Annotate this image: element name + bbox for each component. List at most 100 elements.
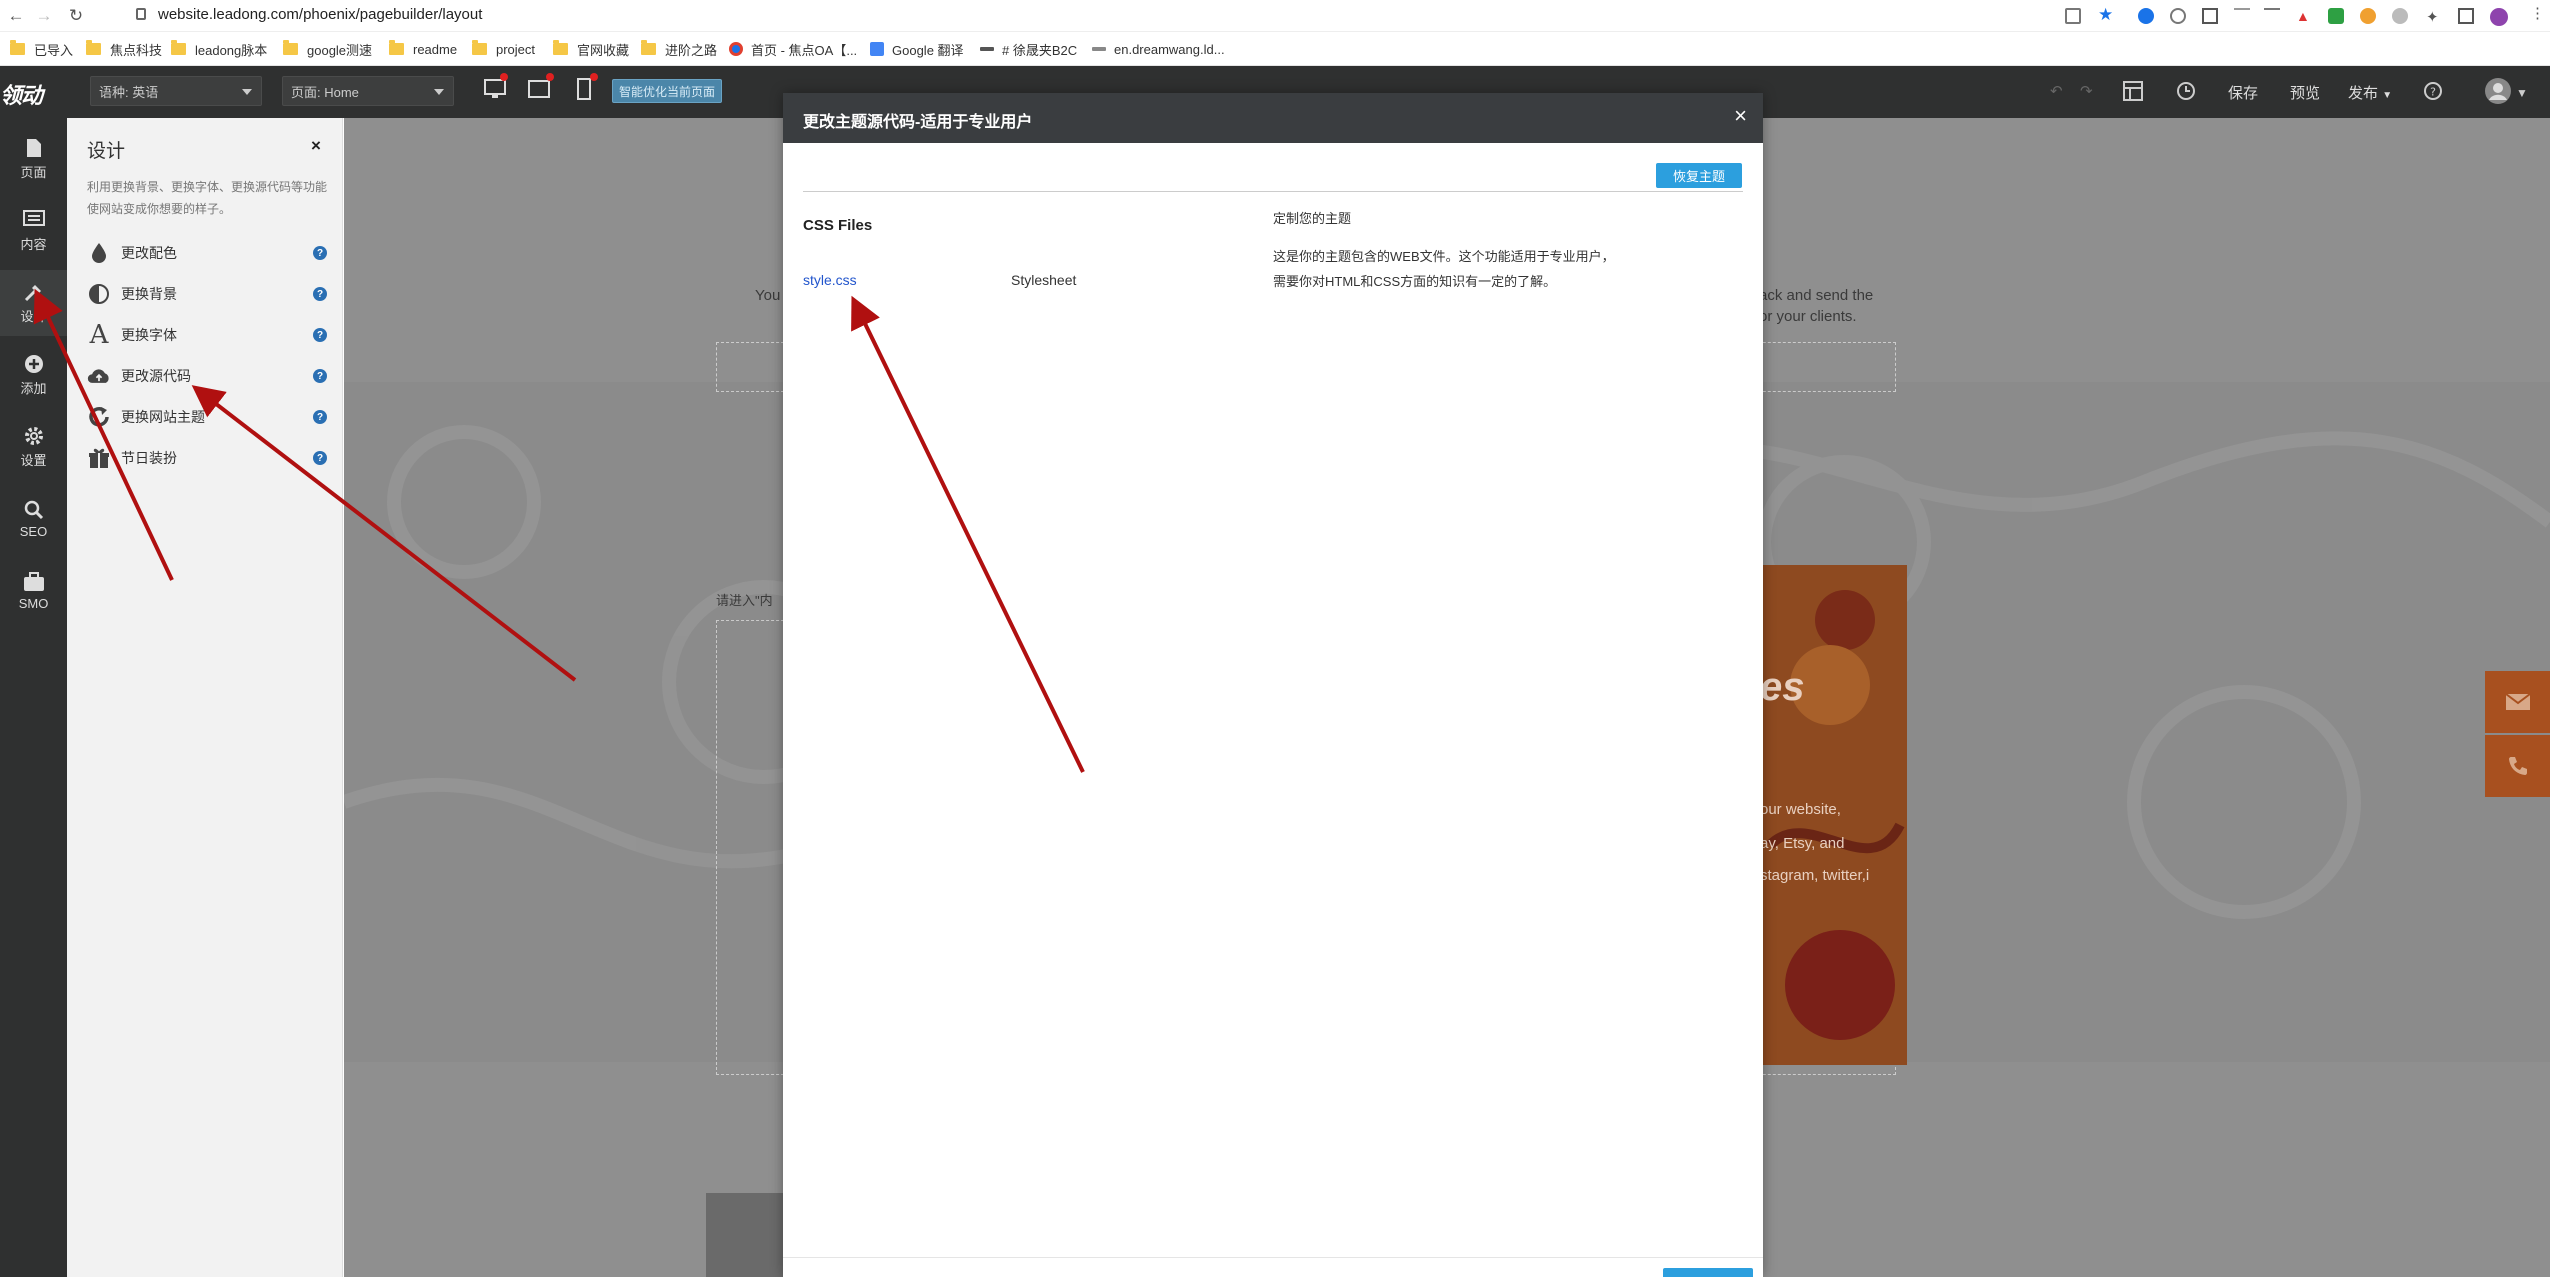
share-icon[interactable] [2065,8,2081,24]
bg-text: ack and send the [1759,287,1874,304]
extension-icon[interactable] [2138,8,2154,24]
nav-page[interactable]: 页面 [0,126,67,192]
preview-button[interactable]: 预览 [2290,82,2320,103]
translate-icon [870,42,884,56]
panel-item-change-source-code[interactable]: 更改源代码 ? [87,361,327,391]
bookmark-link[interactable]: # 徐晟夹B2C [980,40,1077,58]
help-icon[interactable]: ? [2423,81,2443,101]
nav-seo[interactable]: SEO [0,486,67,552]
bookmark-folder[interactable]: google测速 [283,40,372,58]
design-panel: 设计 × 利用更换背景、更换字体、更换源代码等功能使网站变成你想要的样子。 更改… [67,118,343,1277]
folder-icon [553,40,568,55]
nav-content[interactable]: 内容 [0,198,67,264]
filter-icon[interactable] [2234,8,2250,24]
restore-theme-button[interactable]: 恢复主题 [1656,163,1742,188]
bookmark-link[interactable]: en.dreamwang.ld... [1092,40,1225,58]
tablet-view-icon[interactable] [528,78,550,100]
folder-icon [171,40,186,55]
folder-icon [389,40,404,55]
bookmark-folder[interactable]: leadong脉本 [171,40,267,58]
font-icon: A [89,320,109,350]
history-icon[interactable] [2176,81,2196,101]
logo[interactable]: 领动 [0,78,43,110]
puzzle-icon[interactable]: ✦ [2426,8,2442,26]
user-avatar-icon[interactable] [2484,77,2512,105]
help-icon[interactable]: ? [313,369,327,383]
page-select[interactable]: 页面: Home [282,76,454,106]
bookmark-folder[interactable]: 进阶之路 [641,40,717,58]
panel-item-change-font[interactable]: A 更换字体 ? [87,320,327,350]
source-code-dialog: 更改主题源代码-适用于专业用户 × 恢复主题 CSS Files style.c… [783,93,1763,1277]
redo-icon[interactable]: ↷ [2080,82,2093,100]
dialog-confirm-button[interactable] [1663,1268,1753,1277]
nav-settings[interactable]: 设置 [0,414,67,480]
bg-text: 请进入"内 [716,593,773,608]
panel-item-change-theme[interactable]: 更换网站主题 ? [87,402,327,432]
bookmark-folder[interactable]: 焦点科技 [86,40,162,58]
publish-button[interactable]: 发布 ▼ [2348,82,2392,103]
help-icon[interactable]: ? [313,287,327,301]
save-button[interactable]: 保存 [2228,82,2258,103]
help-icon[interactable]: ? [313,451,327,465]
help-icon[interactable]: ? [313,328,327,342]
desktop-view-icon[interactable] [484,78,506,100]
phone-button[interactable] [2485,735,2550,797]
caret-down-icon[interactable]: ▼ [2516,86,2528,100]
extension-icon[interactable] [2392,8,2408,24]
refresh-icon [87,405,111,429]
caret-down-icon [434,89,444,95]
left-nav: 页面 内容 设计 添加 设置 SEO SMO [0,118,67,1277]
close-icon[interactable]: × [311,136,321,156]
bookmark-folder[interactable]: 已导入 [10,40,73,58]
screenshot-icon[interactable] [2202,8,2218,24]
avatar[interactable] [2490,8,2508,26]
help-icon[interactable]: ? [313,246,327,260]
dialog-header: 更改主题源代码-适用于专业用户 × [783,93,1763,143]
sidepanel-icon[interactable] [2458,8,2474,24]
email-button[interactable] [2485,671,2550,733]
close-icon[interactable]: × [1734,103,1747,129]
bookmark-link[interactable]: 首页 - 焦点OA【... [729,40,857,58]
nav-add[interactable]: 添加 [0,342,67,408]
extension-icon[interactable] [2360,8,2376,24]
reload-icon[interactable]: ↻ [66,6,86,26]
briefcase-icon [23,571,44,591]
back-icon[interactable]: ← [6,6,26,26]
cloud-upload-icon [87,364,111,388]
page-icon [26,138,41,157]
smart-optimize-button[interactable]: 智能优化当前页面 [612,79,723,103]
panel-item-change-background[interactable]: 更换背景 ? [87,279,327,309]
caret-down-icon: ▼ [2382,90,2393,101]
more-icon[interactable]: ⋮ [2530,4,2546,22]
help-icon[interactable]: ? [313,410,327,424]
bg-text: ay, Etsy, and [1760,835,1845,852]
bookmark-folder[interactable]: project [472,40,535,58]
panel-item-holiday-decor[interactable]: 节日装扮 ? [87,443,327,473]
file-type-label: Stylesheet [1011,272,1077,288]
mobile-view-icon[interactable] [576,78,592,100]
caret-down-icon [242,89,252,95]
bookmark-link[interactable]: Google 翻译 [870,40,964,58]
grid-layout-icon[interactable] [2123,81,2143,101]
add-icon [24,354,43,373]
customize-title: 定制您的主题 [1273,211,1352,226]
file-link-style-css[interactable]: style.css [803,272,857,288]
panel-item-change-colors[interactable]: 更改配色 ? [87,238,327,268]
extension-icon[interactable]: ▲ [2296,8,2312,24]
extension-icon[interactable] [2170,8,2186,24]
bg-text: You [755,287,781,304]
nav-design[interactable]: 设计 [0,270,67,336]
contrast-icon [87,282,111,306]
url-field[interactable]: website.leadong.com/phoenix/pagebuilder/… [136,6,482,23]
extension-icon[interactable] [2328,8,2344,24]
css-files-heading: CSS Files [803,217,873,234]
star-icon[interactable]: ★ [2098,5,2114,24]
site-favicon-icon [980,47,994,51]
language-select[interactable]: 语种: 英语 [90,76,262,106]
bookmark-folder[interactable]: 官网收藏 [553,40,629,58]
undo-icon[interactable]: ↶ [2050,82,2063,100]
filter-icon[interactable] [2264,8,2280,24]
nav-smo[interactable]: SMO [0,558,67,624]
bookmark-folder[interactable]: readme [389,40,457,58]
forward-icon[interactable]: → [34,6,54,26]
